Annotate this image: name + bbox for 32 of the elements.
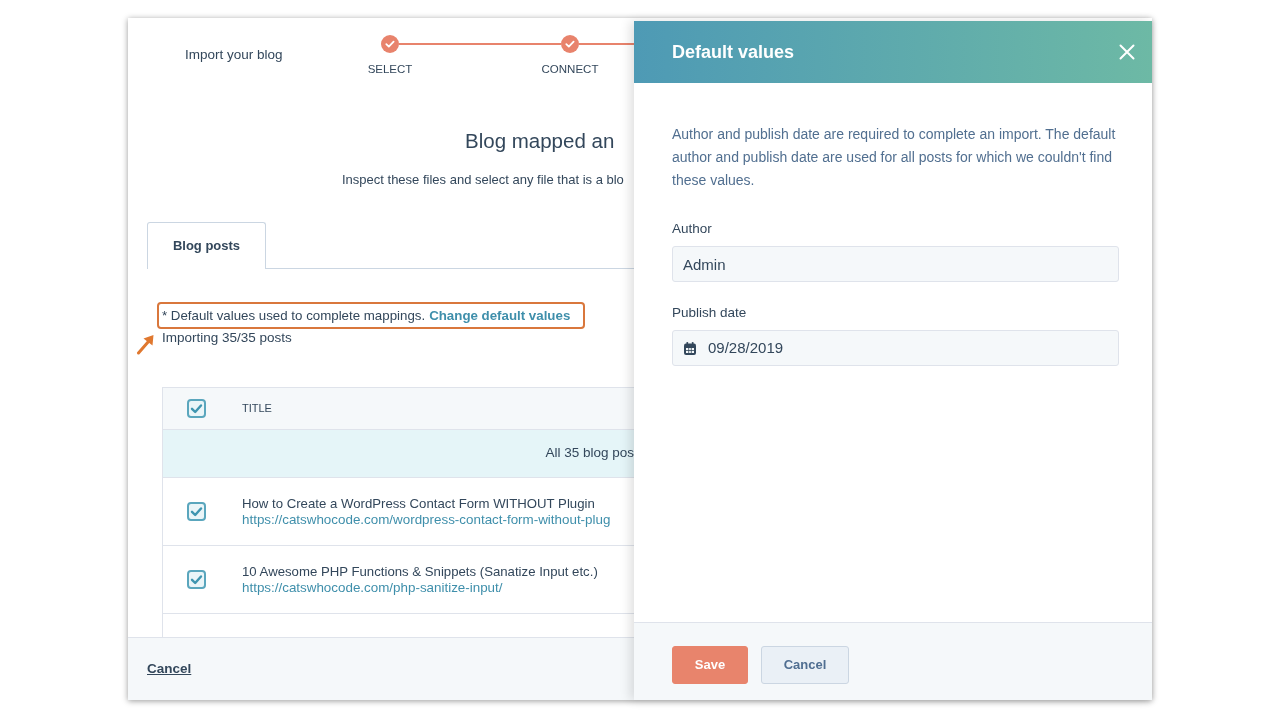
change-default-values-link[interactable]: Change default values [429, 307, 571, 323]
panel-title: Default values [672, 40, 795, 64]
post-url-link[interactable]: https://catswhocode.com/php-sanitize-input/ [242, 579, 503, 596]
save-button[interactable]: Save [672, 646, 748, 684]
checkbox[interactable] [187, 502, 206, 521]
post-title: 10 Awesome PHP Functions & Snippets (Sanatize Input etc.) [242, 563, 598, 580]
checkbox[interactable] [187, 570, 206, 589]
close-button[interactable] [1117, 42, 1137, 62]
post-url-link[interactable]: https://catswhocode.com/wordpress-contact-form-without-plug [242, 511, 611, 528]
selection-banner: All 35 blog pos [163, 430, 634, 478]
text-field[interactable]: Admin [672, 246, 1119, 282]
cancel-link[interactable]: Cancel [147, 658, 192, 680]
checkbox[interactable] [187, 399, 206, 418]
step-label: SELECT [367, 62, 413, 76]
panel-description: Author and publish date are required to complete an import. The default author and publish date are used for all posts for which we couldn't find these values. [672, 125, 1117, 190]
date-field[interactable]: 09/28/2019 [672, 330, 1119, 366]
wizard-title: Import your blog [185, 46, 283, 65]
post-title: How to Create a WordPress Contact Form WITHOUT Plugin [242, 495, 595, 512]
page-subtitle: Inspect these files and select any file that is a blo [342, 171, 624, 189]
notice-text: * Default values used to complete mappings. Change default values [162, 307, 571, 324]
field-label: Publish date [672, 304, 747, 322]
field-label: Author [672, 220, 712, 238]
calendar-icon [684, 341, 696, 355]
cancel-button[interactable]: Cancel [761, 646, 849, 684]
import-status: Importing 35/35 posts [162, 330, 292, 345]
step-connector [579, 43, 634, 45]
close-icon [1119, 44, 1135, 60]
column-header: TITLE [242, 401, 272, 417]
step-label: CONNECT [541, 62, 599, 76]
arrow-icon [136, 333, 155, 355]
tab[interactable]: Blog posts [147, 222, 266, 269]
page-heading: Blog mapped an [465, 129, 615, 153]
